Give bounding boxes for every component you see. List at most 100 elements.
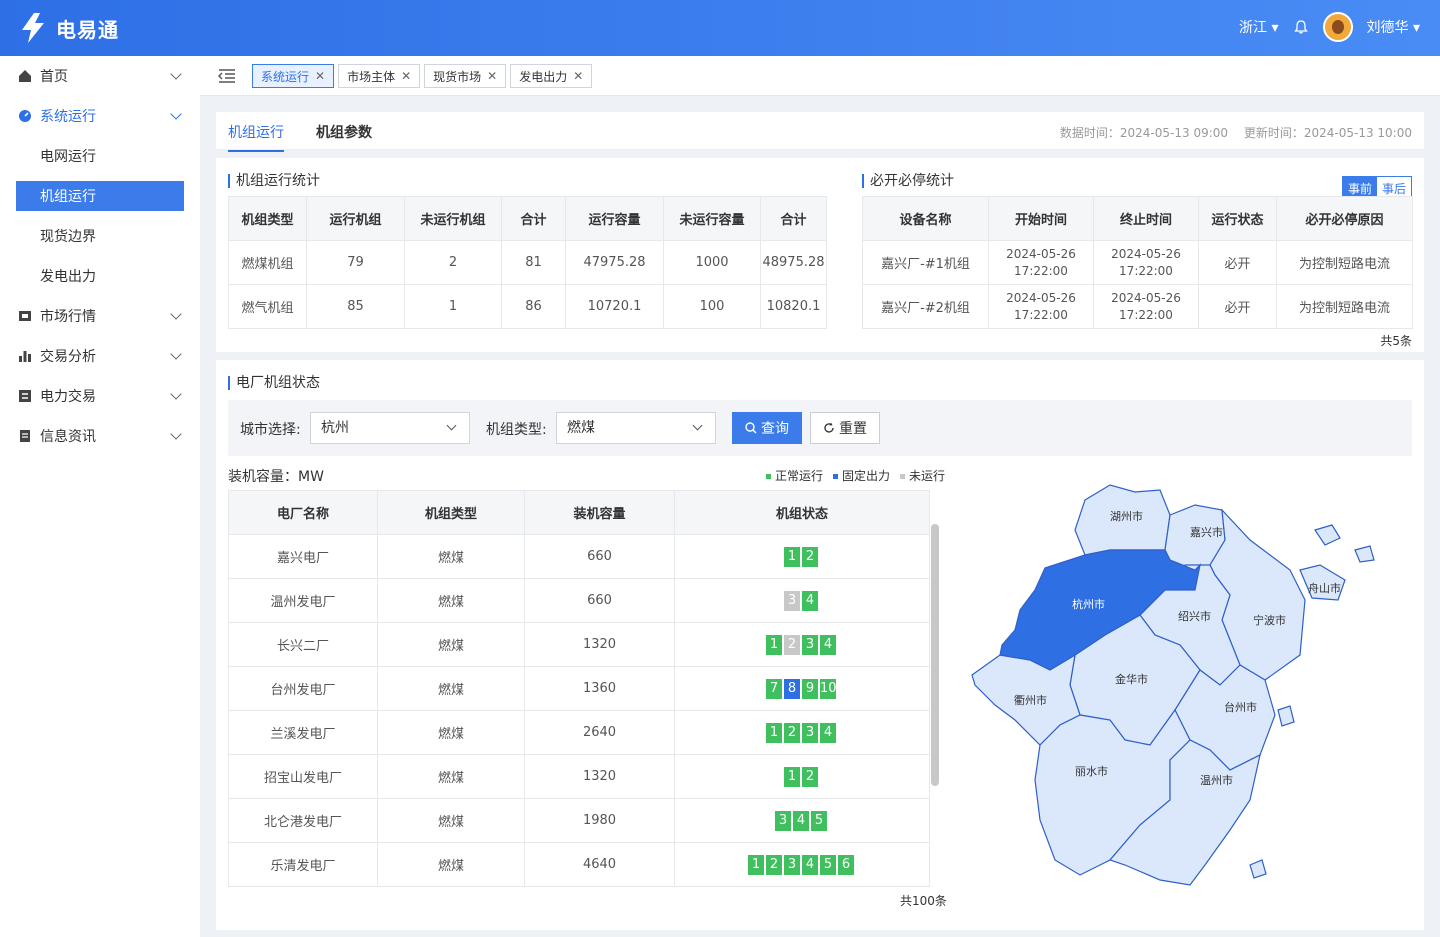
table-scrollbar[interactable] — [931, 524, 939, 786]
table-cell: 1 — [404, 284, 502, 329]
query-button[interactable]: 查询 — [732, 412, 802, 444]
chevron-down-icon — [170, 348, 182, 360]
end-time-cell: 2024-05-26 17:22:00 — [1093, 240, 1199, 285]
reset-button[interactable]: 重置 — [810, 412, 880, 444]
tag-gen-output[interactable]: 发电出力 ✕ — [510, 64, 593, 88]
unit-status-badge[interactable]: 9 — [802, 678, 818, 699]
unit-status-badge[interactable]: 4 — [820, 722, 836, 743]
unit-status-badge[interactable]: 7 — [766, 678, 782, 699]
map-label: 嘉兴市 — [1190, 525, 1223, 539]
tag-label: 现货市场 — [433, 69, 482, 84]
must-run-table: 设备名称 开始时间 终止时间 运行状态 必开必停原因 嘉兴厂-#1机组 2024-05-… — [862, 196, 1413, 329]
time-text: 17:22:00 — [1119, 307, 1173, 322]
user-menu[interactable]: 刘德华 ▾ — [1367, 17, 1420, 37]
table-cell: 招宝山发电厂 — [228, 754, 378, 799]
unit-status-badge[interactable]: 2 — [784, 634, 800, 655]
city-label: 城市选择: — [240, 422, 301, 438]
table-cell: 10820.1 — [760, 284, 827, 329]
unit-status-badge[interactable]: 10 — [820, 678, 837, 699]
date-text: 2024-05-26 — [1006, 246, 1076, 261]
map-label: 温州市 — [1200, 773, 1233, 787]
close-icon[interactable]: ✕ — [573, 69, 583, 83]
map-island — [1277, 705, 1295, 727]
menu-home[interactable]: 首页 — [0, 56, 200, 96]
plant-table: 电厂名称 机组类型 装机容量 机组状态 嘉兴电厂 燃煤 660 1 2 温州发电厂 燃煤 660 3 4… — [228, 490, 930, 887]
sidebar-item-spot[interactable]: 现货边界 — [0, 216, 200, 256]
unit-status-badge[interactable]: 1 — [766, 722, 782, 743]
unit-status-badge[interactable]: 4 — [802, 590, 818, 611]
table-row: 燃气机组 85 1 86 10720.1 100 10820.1 — [228, 284, 827, 329]
unit-status-badge[interactable]: 3 — [802, 722, 818, 743]
tag-spot-market[interactable]: 现货市场 ✕ — [424, 64, 507, 88]
table-cell: 1000 — [663, 240, 761, 285]
table-cell: 燃煤 — [377, 842, 525, 887]
unit-status-badge[interactable]: 2 — [802, 546, 818, 567]
close-icon[interactable]: ✕ — [401, 69, 411, 83]
tag-system-run[interactable]: 系统运行 ✕ — [252, 64, 335, 88]
update-time: 更新时间：2024-05-13 10:00 — [1243, 126, 1412, 140]
column-header: 合计 — [760, 196, 827, 241]
sidebar-item-gen[interactable]: 发电出力 — [0, 256, 200, 296]
unit-status-badge[interactable]: 4 — [793, 810, 809, 831]
table-row: 嘉兴厂-#1机组 2024-05-26 17:22:00 2024-05-26 17… — [862, 240, 1413, 285]
sidebar-item-grid[interactable]: 电网运行 — [0, 136, 200, 176]
close-icon[interactable]: ✕ — [315, 69, 325, 83]
table-cell: 兰溪发电厂 — [228, 710, 378, 755]
unit-status-badge[interactable]: 3 — [784, 854, 800, 875]
bell-icon[interactable] — [1293, 19, 1309, 35]
unit-status-badge[interactable]: 2 — [784, 722, 800, 743]
region-selector[interactable]: 浙江 ▾ — [1239, 17, 1278, 37]
legend-label: 正常运行 — [775, 469, 824, 483]
table-cell: 燃气机组 — [228, 284, 307, 329]
unit-status-badge[interactable]: 5 — [820, 854, 836, 875]
unit-status-badge[interactable]: 3 — [775, 810, 791, 831]
tag-market-entity[interactable]: 市场主体 ✕ — [338, 64, 421, 88]
status-legend: 正常运行 固定出力 未运行 — [766, 467, 945, 484]
menu-info[interactable]: 信息资讯 — [0, 416, 200, 456]
table-cell: 79 — [306, 240, 405, 285]
unit-status-cell: 12 — [674, 534, 930, 579]
unit-status-badge[interactable]: 1 — [748, 854, 764, 875]
unit-status-badge[interactable]: 2 — [766, 854, 782, 875]
tab-unit-params[interactable]: 机组参数 — [316, 122, 372, 142]
chevron-down-icon — [170, 68, 182, 80]
unit-status-badge[interactable]: 2 — [802, 766, 818, 787]
table-cell: 1360 — [524, 666, 675, 711]
unit-status-badge[interactable]: 5 — [811, 810, 827, 831]
unit-status-badge[interactable]: 1 — [784, 766, 800, 787]
unit-status-badge[interactable]: 6 — [838, 854, 854, 875]
menu-trade-analysis[interactable]: 交易分析 — [0, 336, 200, 376]
sidebar-item-unit-run[interactable]: 机组运行 — [16, 181, 184, 211]
gauge-icon — [19, 110, 31, 122]
menu-fold-icon[interactable] — [218, 68, 236, 84]
table-cell: 乐清发电厂 — [228, 842, 378, 887]
unit-status-cell: 12 — [674, 754, 930, 799]
menu-power-trade[interactable]: 电力交易 — [0, 376, 200, 416]
time-text: 17:22:00 — [1014, 307, 1068, 322]
unit-status-badge[interactable]: 1 — [766, 634, 782, 655]
chevron-down-icon — [170, 388, 182, 400]
unit-status-badge[interactable]: 1 — [784, 546, 800, 567]
menu-system-run[interactable]: 系统运行 — [0, 96, 200, 136]
map-label: 丽水市 — [1075, 764, 1108, 778]
tag-label: 系统运行 — [261, 69, 310, 84]
tab-unit-run[interactable]: 机组运行 — [228, 122, 284, 152]
city-select[interactable]: 杭州 — [310, 412, 470, 444]
unit-status-badge[interactable]: 8 — [784, 678, 800, 699]
content-tabs: 机组运行 机组参数 数据时间：2024-05-13 09:00 更新时间：202… — [216, 112, 1424, 152]
unit-type-select[interactable]: 燃煤 — [556, 412, 716, 444]
column-header: 运行机组 — [306, 196, 405, 241]
close-icon[interactable]: ✕ — [487, 69, 497, 83]
lightning-logo-icon — [22, 13, 44, 43]
unit-status-badge[interactable]: 4 — [802, 854, 818, 875]
logo[interactable]: 电易通 — [18, 12, 119, 44]
unit-status-badge[interactable]: 4 — [820, 634, 836, 655]
menu-market[interactable]: 市场行情 — [0, 296, 200, 336]
end-time-cell: 2024-05-26 17:22:00 — [1093, 284, 1199, 329]
unit-status-badge[interactable]: 3 — [802, 634, 818, 655]
unit-status-badge[interactable]: 3 — [784, 590, 800, 611]
search-icon — [745, 422, 757, 434]
column-header: 机组类型 — [377, 490, 525, 535]
avatar[interactable] — [1322, 12, 1353, 42]
table-cell: 660 — [524, 578, 675, 623]
